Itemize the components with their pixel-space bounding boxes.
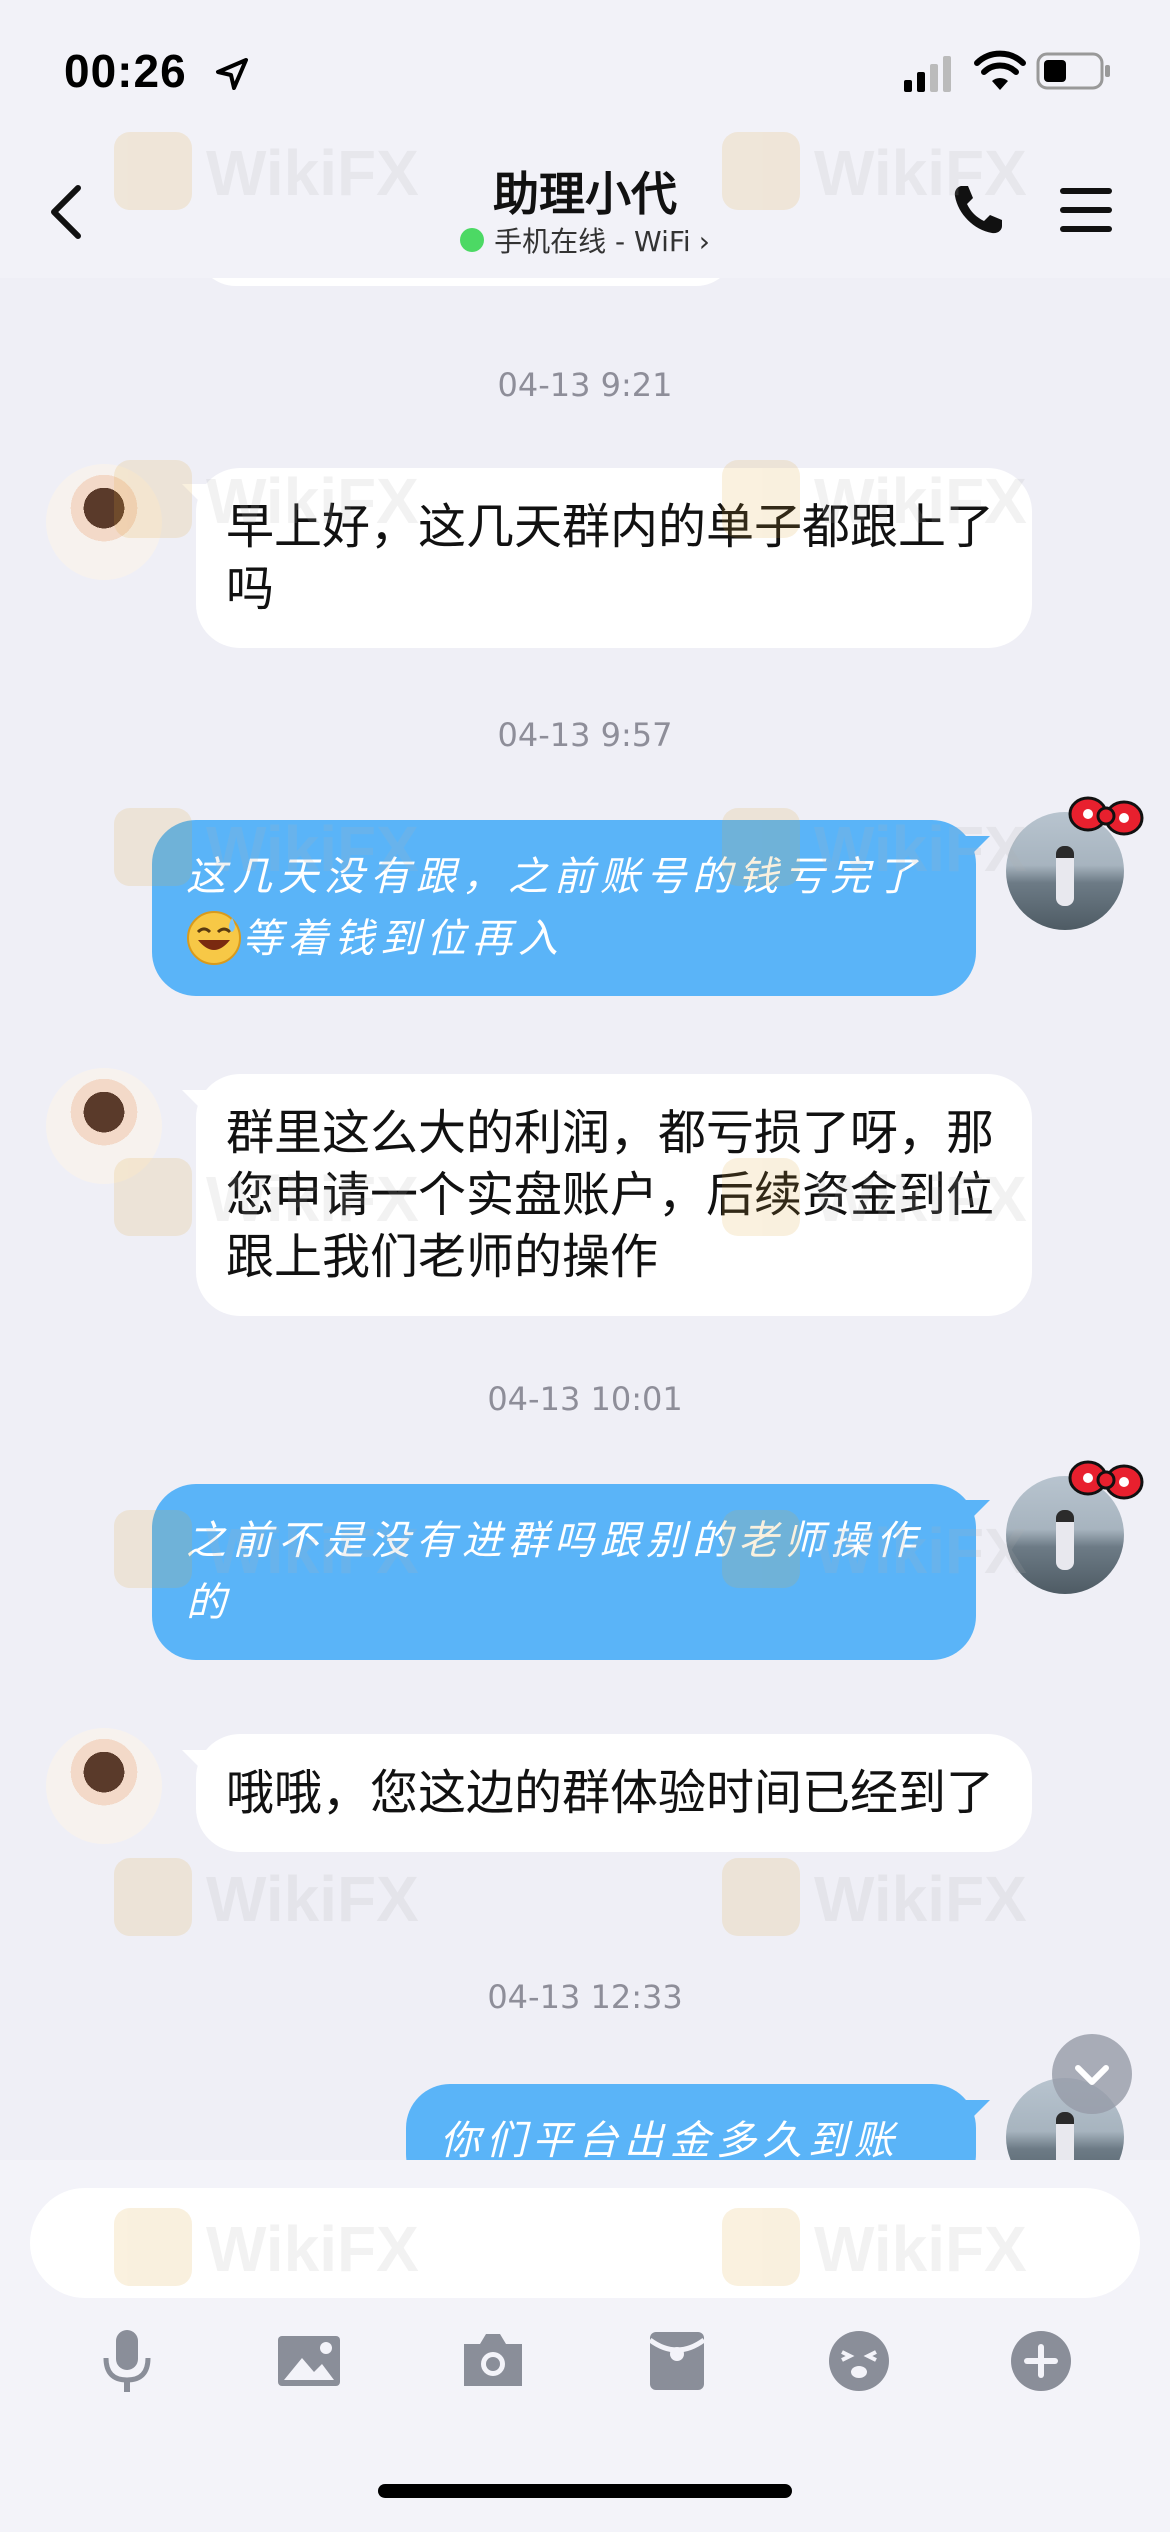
status-time: 00:26	[64, 45, 187, 97]
incoming-message-bubble[interactable]: 早上好，这几天群内的单子都跟上了吗	[182, 468, 1032, 648]
message-text: 早上好，这几天群内的单子都跟上了吗	[226, 499, 995, 617]
message-text: 之前不是没有进群吗跟别的老师操作的	[186, 1518, 922, 1626]
message-list[interactable]: 04-13 9:21 早上好，这几天群内的单子都跟上了吗 04-13 9:57 …	[0, 278, 1170, 2160]
home-indicator	[378, 2484, 792, 2498]
contact-avatar[interactable]	[46, 464, 162, 580]
timestamp: 04-13 10:01	[487, 1380, 683, 1418]
contact-avatar[interactable]	[46, 1728, 162, 1844]
battery-icon	[1036, 52, 1110, 90]
timestamp: 04-13 9:57	[497, 716, 673, 754]
bow-icon	[1068, 1460, 1144, 1500]
image-icon[interactable]	[274, 2326, 344, 2396]
cellular-signal-icon	[904, 56, 951, 92]
incoming-message-bubble[interactable]: 哦哦，您这边的群体验时间已经到了	[182, 1734, 1032, 1852]
menu-icon[interactable]	[1058, 184, 1114, 236]
user-avatar[interactable]	[1006, 796, 1144, 930]
message-text: 哦哦，您这边的群体验时间已经到了	[226, 1765, 995, 1821]
wifi-icon	[974, 50, 1026, 90]
message-input[interactable]	[30, 2188, 1140, 2298]
red-packet-icon[interactable]	[642, 2326, 712, 2396]
chat-header: 助理小代 手机在线 - WiFi ›	[0, 140, 1170, 278]
grinning-sweat-emoji-icon	[187, 911, 241, 965]
sticker-icon[interactable]	[824, 2326, 894, 2396]
status-bar: 00:26	[0, 0, 1170, 140]
chevron-down-icon	[1075, 2065, 1109, 2085]
input-panel	[0, 2160, 1170, 2532]
contact-avatar[interactable]	[46, 1068, 162, 1184]
camera-icon[interactable]	[458, 2326, 528, 2396]
online-status-text: 手机在线 - WiFi	[494, 225, 691, 258]
message-text: 等着钱到位再入	[242, 916, 564, 962]
outgoing-message-bubble[interactable]: 之前不是没有进群吗跟别的老师操作的	[152, 1484, 990, 1660]
message-text: 群里这么大的利润，都亏损了呀，那您申请一个实盘账户，后续资金到位跟上我们老师的操…	[226, 1105, 995, 1285]
location-arrow-icon	[216, 58, 248, 90]
plus-icon[interactable]	[1006, 2326, 1076, 2396]
incoming-message-bubble[interactable]: 群里这么大的利润，都亏损了呀，那您申请一个实盘账户，后续资金到位跟上我们老师的操…	[182, 1074, 1032, 1316]
chevron-right-icon: ›	[698, 225, 710, 258]
microphone-icon[interactable]	[92, 2326, 162, 2396]
bow-icon	[1068, 796, 1144, 836]
message-text: 你们平台出金多久到账	[440, 2118, 900, 2160]
partial-message-bubble	[196, 278, 736, 286]
online-dot-icon	[460, 228, 485, 252]
timestamp: 04-13 9:21	[497, 366, 673, 404]
outgoing-message-bubble[interactable]: 你们平台出金多久到账	[406, 2084, 990, 2160]
phone-call-icon[interactable]	[950, 182, 1006, 238]
user-avatar[interactable]	[1006, 1460, 1144, 1594]
timestamp: 04-13 12:33	[487, 1978, 683, 2016]
outgoing-message-bubble[interactable]: 这几天没有跟，之前账号的钱亏完了 等着钱到位再入	[152, 820, 990, 996]
scroll-to-bottom-button[interactable]	[1052, 2034, 1132, 2114]
message-text: 这几天没有跟，之前账号的钱亏完了	[186, 854, 922, 900]
